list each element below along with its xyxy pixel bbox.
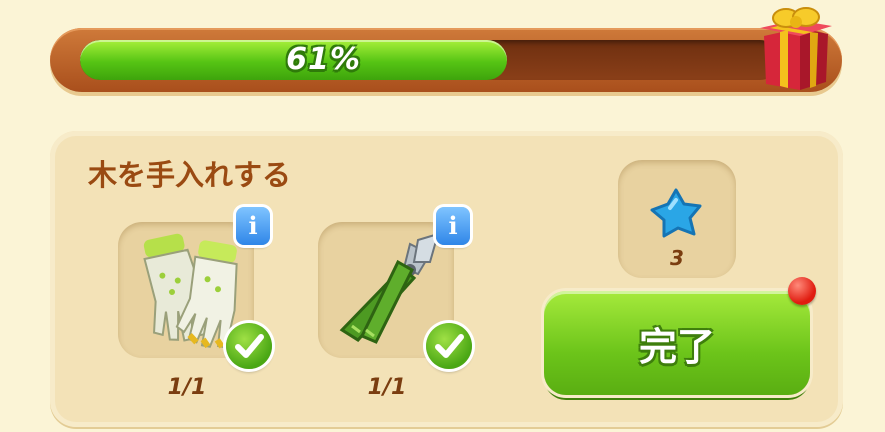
- reward-amount: 3: [670, 246, 684, 270]
- task-title: 木を手入れする: [88, 158, 292, 192]
- gift-box-icon[interactable]: [756, 6, 834, 92]
- item-count-gloves: 1/1: [167, 375, 207, 400]
- info-icon[interactable]: i: [236, 207, 270, 245]
- notification-dot: [788, 277, 816, 305]
- checkmark-icon: [226, 323, 272, 369]
- progress-bar: [80, 40, 780, 80]
- complete-button-label: 完了: [638, 324, 715, 369]
- checkmark-icon: [426, 323, 472, 369]
- info-icon[interactable]: i: [436, 207, 470, 245]
- item-count-shears: 1/1: [367, 375, 407, 400]
- complete-button[interactable]: 完了: [544, 291, 810, 395]
- progress-percent: 61%: [286, 42, 361, 77]
